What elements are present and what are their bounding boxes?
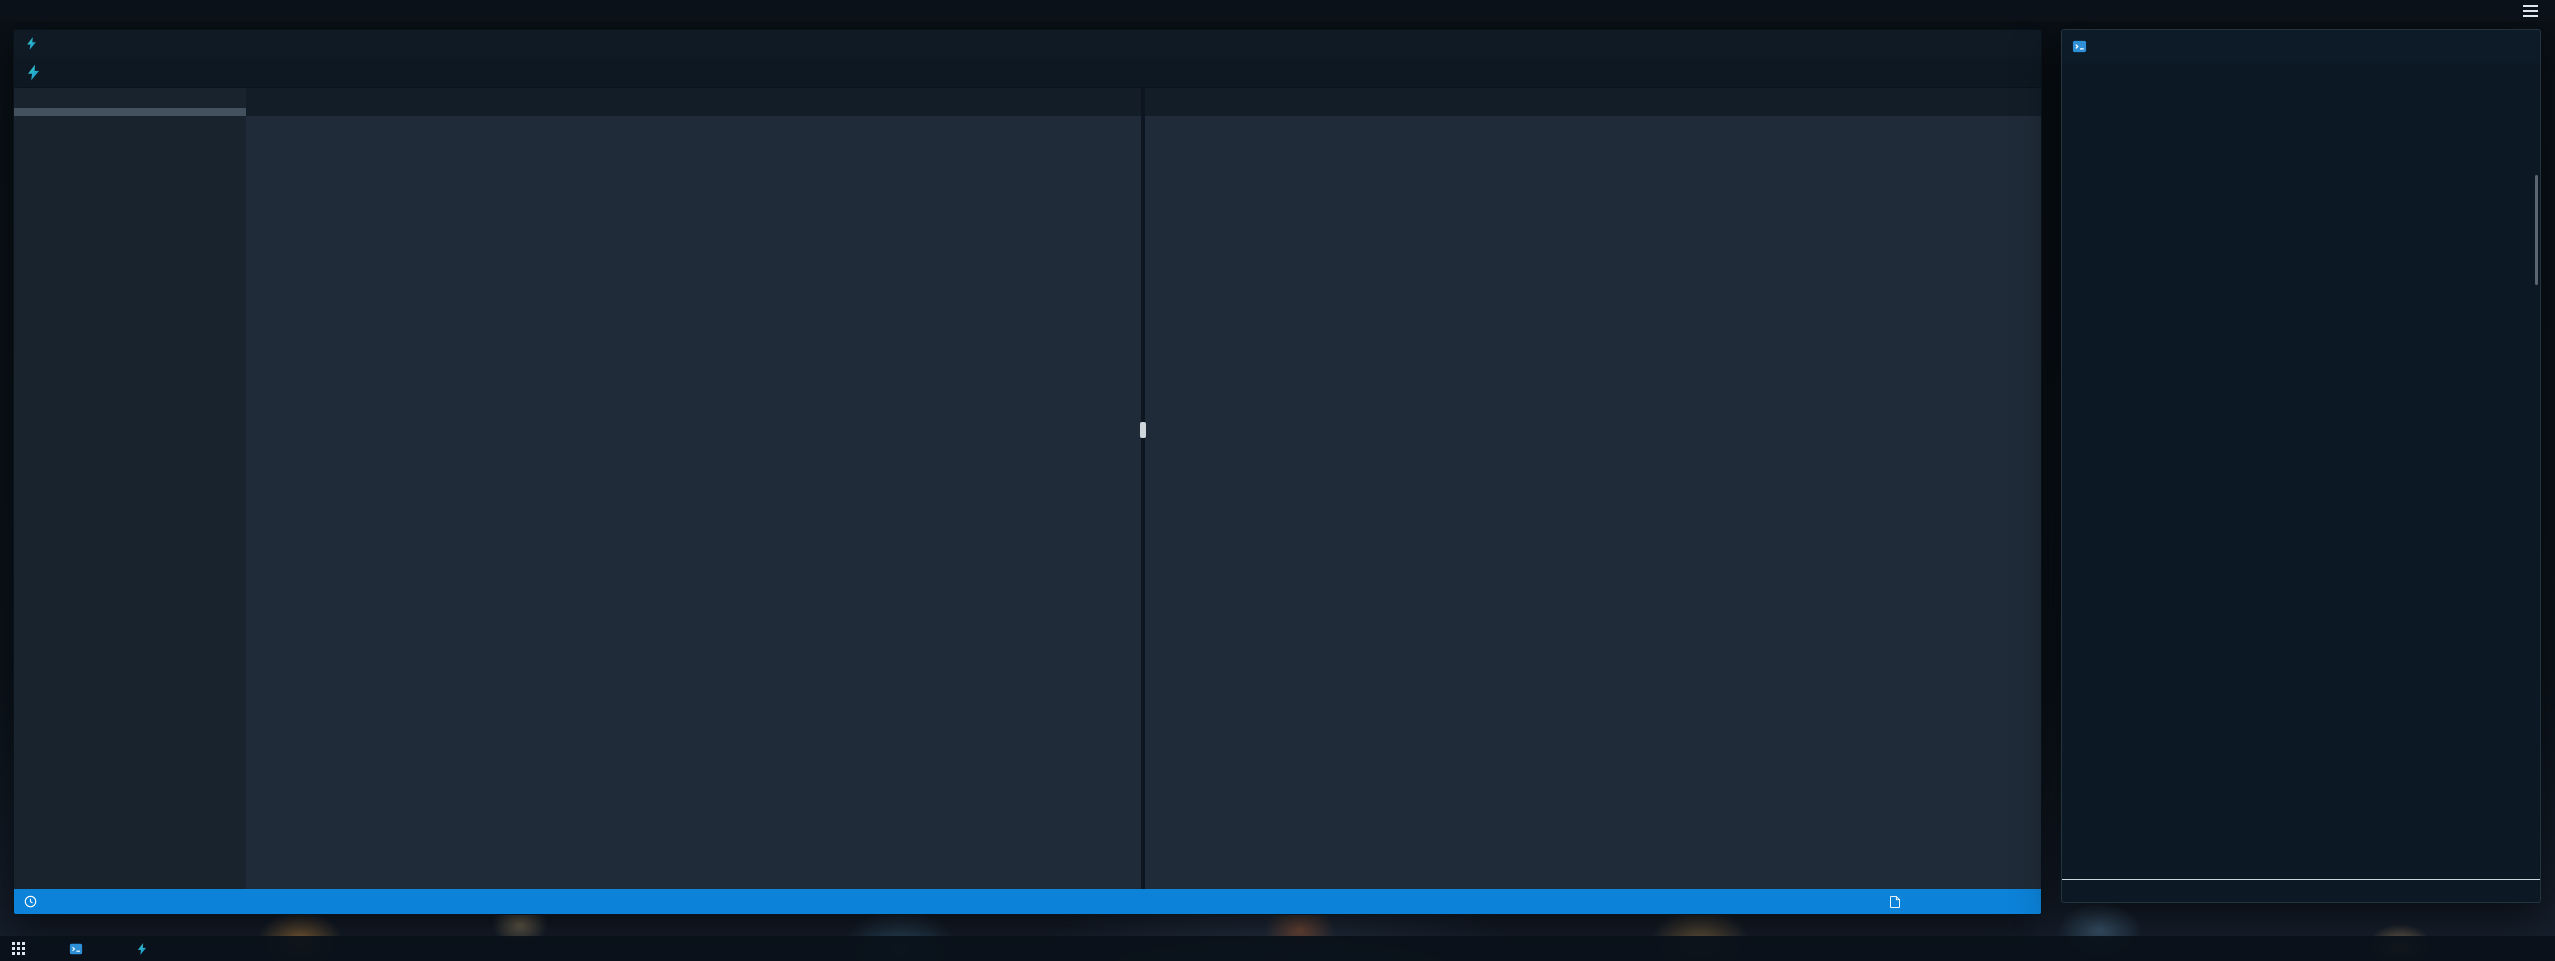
notepada-logo-icon	[24, 63, 43, 82]
notepad-window	[13, 29, 2042, 915]
notepad-main	[14, 88, 2041, 889]
editor-pane-left	[246, 88, 1141, 889]
taskbar-item-notepada[interactable]	[135, 942, 157, 956]
terminal-output[interactable]	[2062, 63, 2540, 879]
os-topbar	[0, 0, 2555, 21]
editor-split-view	[246, 88, 2041, 889]
code-editor-left[interactable]	[336, 121, 1141, 889]
app-launcher-icon[interactable]	[12, 942, 25, 955]
desktop	[0, 0, 2555, 961]
notepad-titlebar[interactable]	[14, 30, 2041, 57]
taskbar	[0, 936, 2555, 961]
code-area-right	[1145, 116, 2041, 889]
sidebar-title	[14, 88, 246, 100]
notepad-menubar	[14, 57, 2041, 88]
sidebar	[14, 88, 246, 889]
tabbar-right	[1145, 88, 2041, 116]
statusbar-right	[1890, 896, 1967, 908]
terminal-icon	[69, 942, 83, 956]
editor-pane-right	[1145, 88, 2041, 889]
terminal-input[interactable]	[2062, 879, 2540, 902]
code-editor-right[interactable]	[1221, 121, 2041, 889]
statusbar	[14, 889, 2041, 914]
hamburger-menu-icon[interactable]	[2520, 2, 2541, 20]
code-area-left	[246, 116, 1141, 889]
terminal-icon	[2072, 39, 2087, 54]
status-filepath	[1890, 896, 1907, 908]
gutter-right	[1145, 121, 1221, 889]
notepada-logo-icon	[24, 36, 39, 51]
open-editors-header[interactable]	[14, 100, 246, 108]
notepada-logo-icon	[135, 942, 149, 956]
gutter-left	[246, 121, 336, 889]
tabbar-left	[246, 88, 1141, 116]
clock-icon	[24, 895, 37, 908]
taskbar-item-wstty[interactable]	[69, 942, 91, 956]
scrollbar-thumb[interactable]	[2535, 175, 2538, 285]
document-icon	[1890, 896, 1900, 908]
workspace-header[interactable]	[14, 108, 246, 116]
wstty-window	[2061, 29, 2541, 903]
wstty-titlebar[interactable]	[2062, 30, 2540, 63]
